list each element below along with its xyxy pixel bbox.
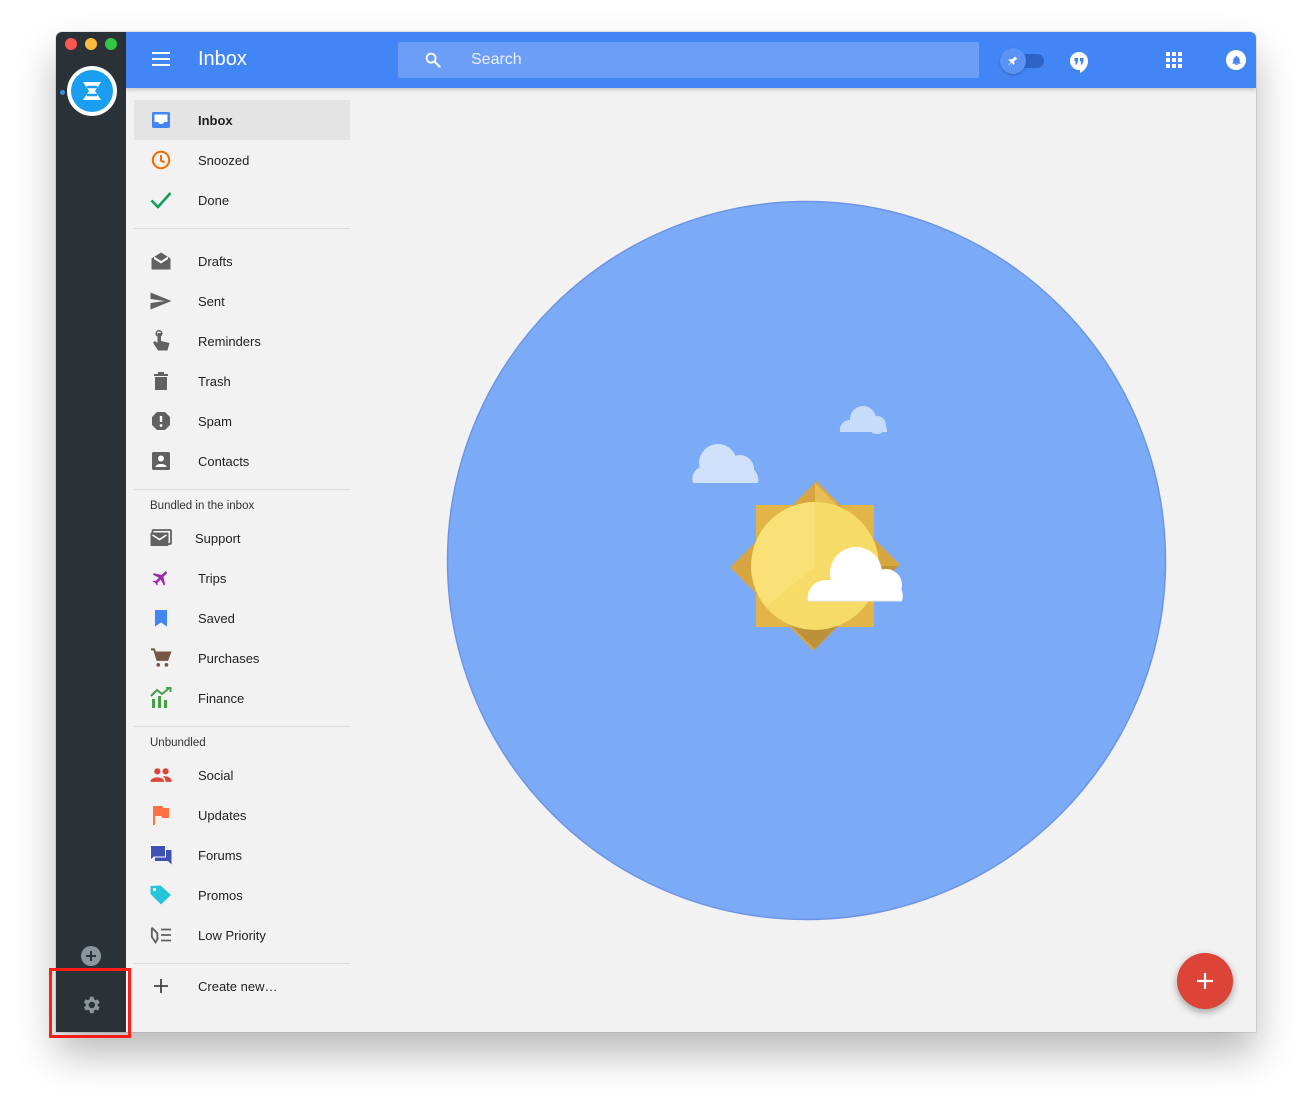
spam-icon (150, 411, 172, 431)
folder-navigation: Inbox Snoozed Done Drafts Sent Reminders… (134, 100, 350, 1006)
nav-item-label: Finance (198, 690, 245, 706)
app-window: Inbox Search Inbox Snoozed Done Drafts S… (56, 32, 1256, 1032)
bell-icon (1231, 55, 1241, 65)
apps-grid-icon[interactable] (1164, 50, 1184, 70)
nav-item-promos[interactable]: Promos (134, 875, 350, 915)
maximize-window-button[interactable] (105, 38, 117, 50)
nav-item-updates[interactable]: Updates (134, 795, 350, 835)
flag-icon (150, 805, 172, 825)
nav-item-reminders[interactable]: Reminders (134, 321, 350, 361)
pin-icon (1000, 48, 1026, 74)
cart-icon (150, 648, 172, 668)
active-account-indicator (60, 90, 65, 95)
nav-item-label: Contacts (198, 453, 250, 469)
nav-item-sent[interactable]: Sent (134, 281, 350, 321)
reminder-hand-icon (150, 330, 172, 351)
people-icon (150, 765, 172, 785)
pin-toggle[interactable] (1000, 48, 1046, 74)
nav-item-support[interactable]: Support (134, 518, 350, 558)
window-controls (65, 38, 117, 50)
nav-item-low-priority[interactable]: Low Priority (134, 915, 350, 955)
nav-item-label: Support (195, 530, 241, 546)
tag-icon (150, 885, 172, 905)
nav-item-label: Trips (198, 570, 227, 586)
nav-item-label: Purchases (198, 650, 260, 666)
nav-item-label: Snoozed (198, 152, 250, 168)
nav-item-label: Done (198, 192, 230, 208)
search-input[interactable] (471, 42, 951, 78)
send-icon (150, 291, 172, 311)
nav-item-label: Reminders (198, 333, 261, 349)
nav-item-label: Social (198, 767, 234, 783)
nav-item-purchases[interactable]: Purchases (134, 638, 350, 678)
trash-icon (150, 371, 172, 391)
minimize-window-button[interactable] (85, 38, 97, 50)
nav-item-label: Spam (198, 413, 232, 429)
search-bar[interactable] (398, 42, 979, 78)
clock-icon (150, 150, 172, 170)
plus-circle-icon (86, 951, 96, 961)
nav-item-label: Forums (198, 847, 243, 863)
contacts-icon (150, 451, 172, 471)
inbox-icon (150, 110, 172, 130)
support-mail-icon (150, 528, 172, 548)
nav-item-label: Trash (198, 373, 231, 389)
search-icon (425, 52, 441, 68)
nav-item-contacts[interactable]: Contacts (134, 441, 350, 481)
nav-item-label: Saved (198, 610, 235, 626)
nav-item-label: Updates (198, 807, 247, 823)
page-title: Inbox (198, 48, 247, 70)
bundled-section-heading: Bundled in the inbox (150, 500, 255, 512)
nav-item-trips[interactable]: Trips (134, 558, 350, 598)
drafts-icon (150, 251, 172, 271)
sunny-inbox-zero-illustration (446, 200, 1167, 921)
forum-icon (150, 845, 172, 865)
nav-item-label: Low Priority (198, 927, 266, 943)
nav-item-label: Drafts (198, 253, 233, 269)
plus-icon (150, 976, 172, 996)
bookmark-icon (150, 608, 172, 628)
close-window-button[interactable] (65, 38, 77, 50)
nav-item-saved[interactable]: Saved (134, 598, 350, 638)
plane-icon (150, 568, 172, 588)
nav-item-snoozed[interactable]: Snoozed (134, 140, 350, 180)
compose-plus-icon (1197, 973, 1213, 989)
nav-item-label: Sent (198, 293, 225, 309)
nav-item-forums[interactable]: Forums (134, 835, 350, 875)
nav-item-trash[interactable]: Trash (134, 361, 350, 401)
nav-divider (134, 228, 350, 229)
nav-item-spam[interactable]: Spam (134, 401, 350, 441)
nav-item-drafts[interactable]: Drafts (134, 241, 350, 281)
nav-item-label: Inbox (198, 112, 233, 128)
nav-divider (134, 963, 350, 964)
low-priority-icon (150, 925, 172, 945)
settings-highlight-box (49, 968, 131, 1038)
nav-item-label: Promos (198, 887, 243, 903)
nav-item-social[interactable]: Social (134, 755, 350, 795)
finance-chart-icon (150, 687, 172, 708)
nav-item-label: Create new… (198, 978, 278, 994)
nav-item-inbox[interactable]: Inbox (134, 100, 350, 140)
create-new-button[interactable]: Create new… (134, 966, 350, 1006)
mail-app-logo-icon (71, 70, 113, 112)
hamburger-menu-icon[interactable] (152, 52, 170, 66)
add-account-button[interactable] (81, 946, 101, 966)
hangouts-icon[interactable] (1069, 51, 1089, 73)
nav-item-done[interactable]: Done (134, 180, 350, 220)
nav-item-finance[interactable]: Finance (134, 678, 350, 718)
check-icon (150, 190, 172, 210)
account-avatar[interactable] (67, 66, 117, 116)
compose-button[interactable] (1177, 953, 1233, 1009)
unbundled-section-heading: Unbundled (150, 737, 206, 749)
notifications-button[interactable] (1226, 50, 1246, 70)
app-header: Inbox (126, 32, 1256, 88)
account-rail (56, 32, 126, 1032)
